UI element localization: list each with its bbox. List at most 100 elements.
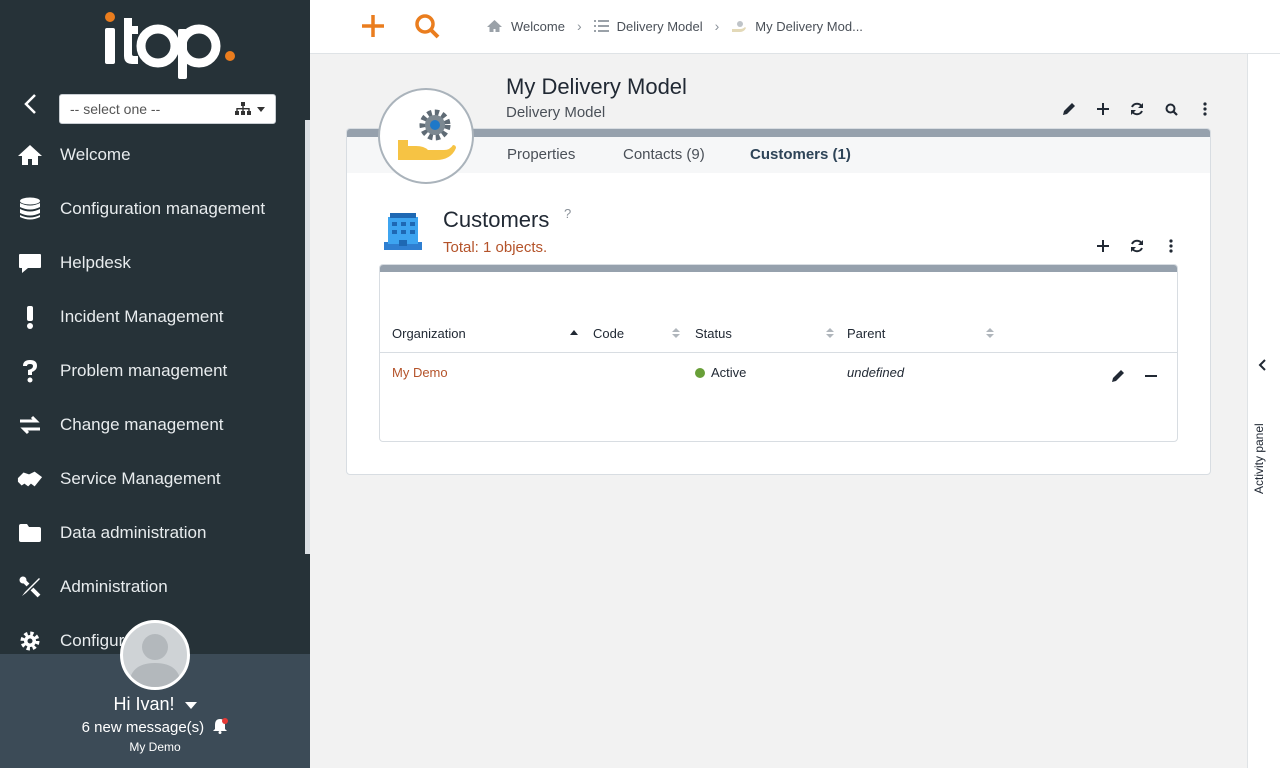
menu-item-change-management[interactable]: Change management bbox=[0, 398, 305, 452]
table-header-bar bbox=[380, 265, 1177, 272]
menu-item-label: Welcome bbox=[60, 145, 131, 164]
breadcrumb-label: Delivery Model bbox=[616, 18, 703, 34]
tab-strip: Properties Contacts (9) Customers (1) bbox=[347, 137, 1210, 173]
customers-table: Organization Code Status Parent My Demo … bbox=[379, 264, 1178, 442]
organization-select[interactable]: -- select one -- bbox=[59, 94, 276, 124]
menu-item-label: Configuration management bbox=[60, 199, 266, 218]
organization-link[interactable]: My Demo bbox=[392, 365, 448, 380]
menu-item-label: Administration bbox=[60, 577, 168, 596]
bell-icon[interactable] bbox=[212, 718, 229, 734]
breadcrumb-welcome[interactable]: Welcome bbox=[486, 19, 565, 34]
column-parent[interactable]: Parent bbox=[847, 326, 885, 341]
menu-item-problem-management[interactable]: Problem management bbox=[0, 344, 305, 398]
column-code[interactable]: Code bbox=[593, 326, 624, 341]
new-button[interactable] bbox=[1086, 100, 1120, 118]
database-icon bbox=[17, 196, 43, 222]
menu-item-label: Change management bbox=[60, 415, 224, 434]
tools-icon bbox=[17, 574, 43, 600]
card-header-bar bbox=[347, 129, 1210, 137]
help-icon[interactable]: ? bbox=[564, 206, 571, 221]
organization-select-placeholder: -- select one -- bbox=[70, 101, 161, 117]
breadcrumb-delivery-model[interactable]: Delivery Model bbox=[593, 18, 703, 34]
building-icon bbox=[384, 213, 422, 250]
messages-count: 6 new message(s) bbox=[81, 719, 205, 736]
menu-item-label: Configur bbox=[60, 631, 125, 650]
breadcrumb-separator: › bbox=[576, 18, 582, 34]
kebab-menu-icon bbox=[1203, 102, 1207, 116]
object-class: Delivery Model bbox=[506, 104, 606, 121]
chevron-down-icon bbox=[257, 106, 265, 112]
exchange-icon bbox=[17, 412, 43, 438]
object-actions bbox=[1052, 100, 1222, 118]
question-icon bbox=[17, 358, 43, 384]
edit-button[interactable] bbox=[1052, 100, 1086, 118]
list-icon bbox=[593, 20, 609, 32]
activity-panel-label: Activity panel bbox=[1252, 423, 1266, 495]
menu-item-incident-management[interactable]: Incident Management bbox=[0, 290, 305, 344]
list-actions bbox=[1086, 237, 1188, 255]
home-icon bbox=[487, 20, 502, 32]
sort-icon[interactable] bbox=[826, 327, 834, 339]
menu-item-administration[interactable]: Administration bbox=[0, 560, 305, 614]
tab-customers[interactable]: Customers (1) bbox=[750, 146, 851, 163]
itop-logo[interactable] bbox=[98, 8, 248, 80]
activity-panel[interactable]: Activity panel bbox=[1247, 54, 1280, 768]
object-count: Total: 1 objects. bbox=[443, 239, 548, 256]
refresh-list-button[interactable] bbox=[1120, 237, 1154, 255]
more-actions-button[interactable] bbox=[1188, 100, 1222, 118]
column-organization[interactable]: Organization bbox=[392, 326, 466, 341]
plus-icon[interactable] bbox=[360, 13, 386, 39]
column-status[interactable]: Status bbox=[695, 326, 732, 341]
new-messages[interactable]: 6 new message(s) bbox=[0, 718, 310, 736]
breadcrumb-current[interactable]: My Delivery Mod... bbox=[731, 19, 863, 34]
user-greeting: Hi Ivan! bbox=[113, 694, 175, 714]
main-menu: Welcome Configuration management Helpdes… bbox=[0, 128, 305, 668]
gear-icon bbox=[17, 628, 43, 654]
menu-item-data-administration[interactable]: Data administration bbox=[0, 506, 305, 560]
status-active-dot bbox=[695, 368, 705, 378]
hierarchy-icon[interactable] bbox=[235, 102, 251, 116]
user-menu-toggle[interactable]: Hi Ivan! bbox=[0, 694, 310, 715]
chevron-down-icon bbox=[184, 701, 197, 709]
header-divider bbox=[380, 352, 1177, 353]
avatar[interactable] bbox=[120, 620, 190, 690]
sort-asc-icon[interactable] bbox=[570, 327, 578, 339]
menu-item-label: Data administration bbox=[60, 523, 207, 542]
menu-item-welcome[interactable]: Welcome bbox=[0, 128, 305, 182]
list-more-button[interactable] bbox=[1154, 237, 1188, 255]
page-title: My Delivery Model bbox=[506, 74, 687, 99]
delivery-model-icon bbox=[378, 88, 474, 184]
exclamation-icon bbox=[17, 304, 43, 330]
menu-item-label: Problem management bbox=[60, 361, 228, 380]
sort-icon[interactable] bbox=[986, 327, 994, 339]
search-icon[interactable] bbox=[414, 13, 440, 39]
add-customer-button[interactable] bbox=[1086, 237, 1120, 255]
parent-cell: undefined bbox=[847, 365, 905, 380]
pencil-icon[interactable] bbox=[1111, 369, 1125, 383]
delivery-model-icon bbox=[732, 21, 747, 32]
plus-icon bbox=[1097, 240, 1109, 252]
menu-item-service-management[interactable]: Service Management bbox=[0, 452, 305, 506]
refresh-button[interactable] bbox=[1120, 100, 1154, 118]
status-label: Active bbox=[711, 365, 747, 380]
breadcrumb-label: Welcome bbox=[511, 18, 565, 34]
search-button[interactable] bbox=[1154, 100, 1188, 118]
tab-contacts[interactable]: Contacts (9) bbox=[623, 146, 705, 163]
sort-icon[interactable] bbox=[672, 327, 680, 339]
section-title: Customers bbox=[443, 207, 550, 232]
search-icon bbox=[1165, 103, 1178, 116]
menu-item-helpdesk[interactable]: Helpdesk bbox=[0, 236, 305, 290]
collapse-sidebar-icon[interactable] bbox=[20, 92, 42, 116]
refresh-icon bbox=[1131, 239, 1143, 253]
tab-properties[interactable]: Properties bbox=[507, 146, 575, 163]
remove-icon[interactable] bbox=[1145, 375, 1157, 378]
breadcrumb: Welcome › Delivery Model › My Delivery M… bbox=[486, 18, 863, 34]
handshake-icon bbox=[17, 466, 43, 492]
chevron-left-icon[interactable] bbox=[1258, 359, 1268, 371]
chat-icon bbox=[17, 250, 43, 276]
kebab-menu-icon bbox=[1169, 239, 1173, 253]
sidebar-scrollbar[interactable] bbox=[305, 120, 310, 554]
menu-item-configuration-management[interactable]: Configuration management bbox=[0, 182, 305, 236]
menu-item-label: Service Management bbox=[60, 469, 221, 488]
breadcrumb-separator: › bbox=[714, 18, 720, 34]
